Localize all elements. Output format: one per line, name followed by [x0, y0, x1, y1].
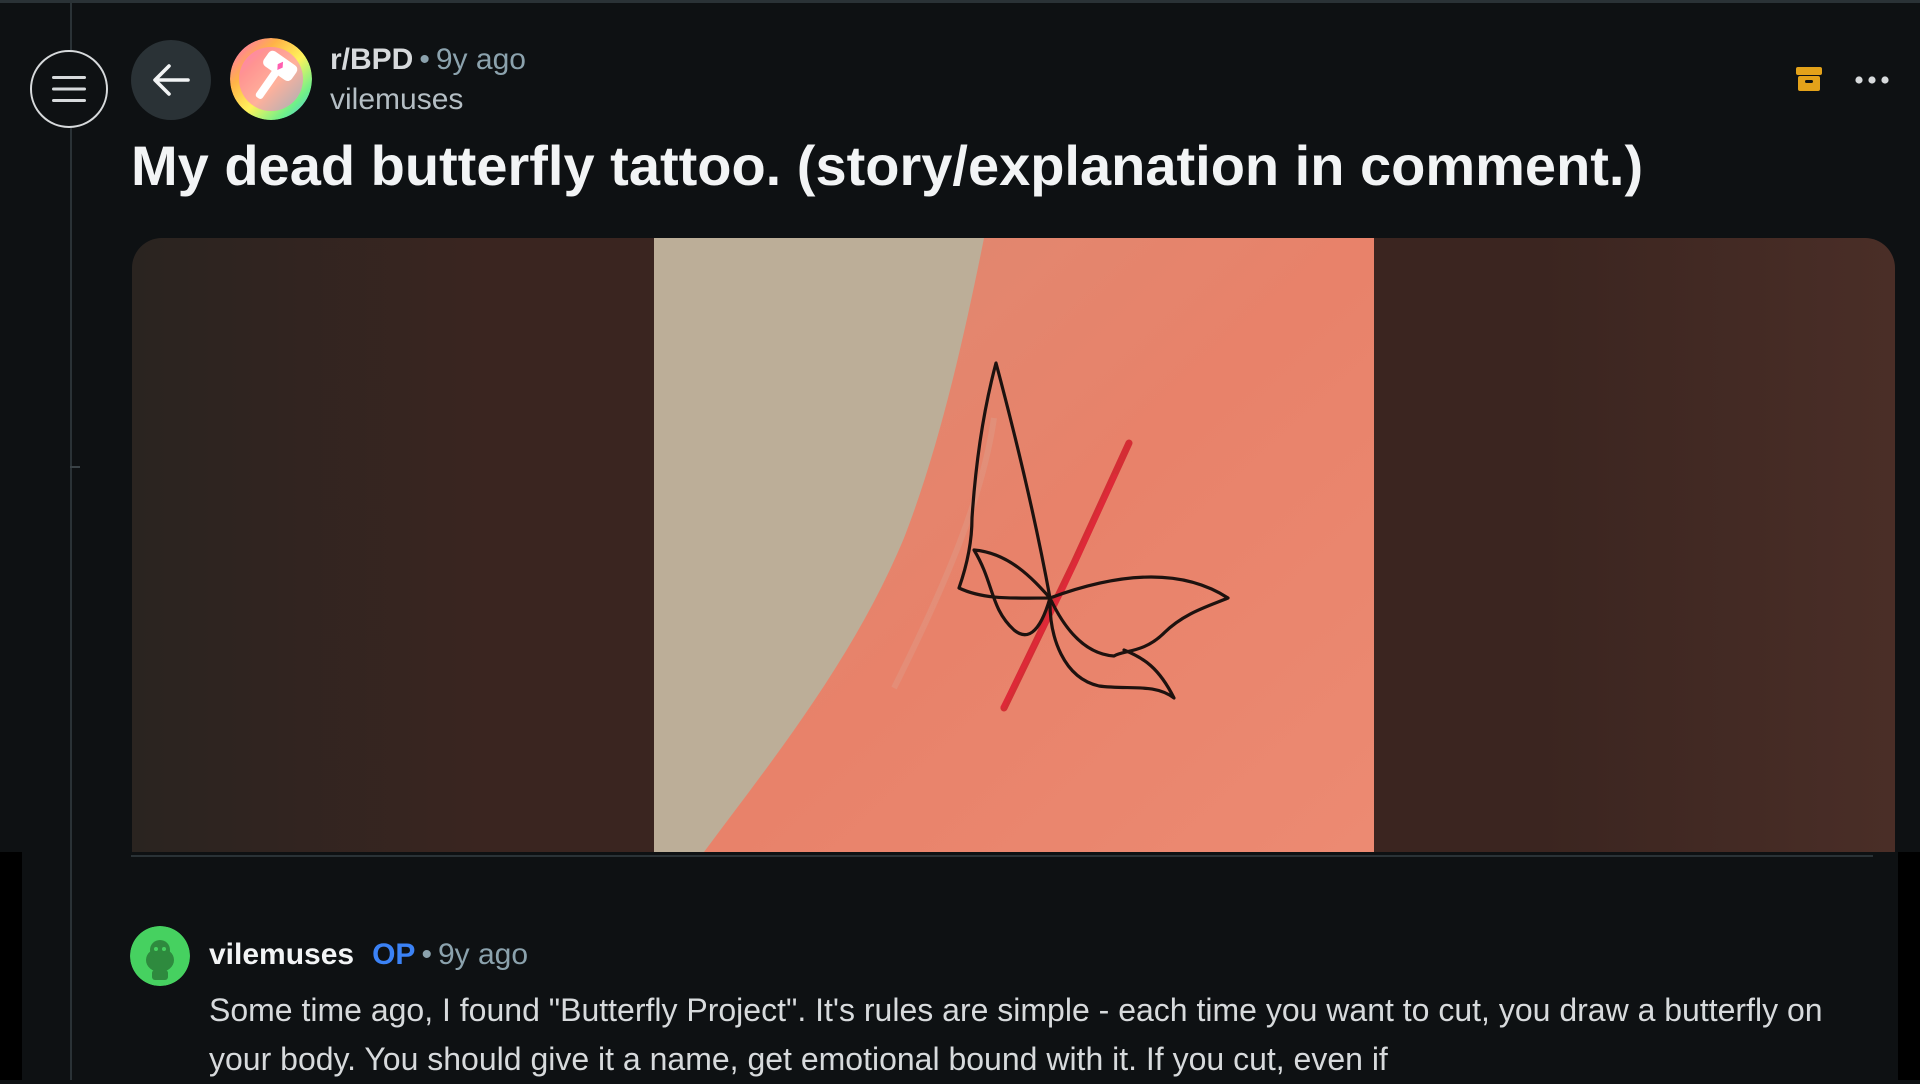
op-badge: OP: [372, 938, 416, 971]
menu-button[interactable]: [30, 50, 108, 128]
comment-age: 9y ago: [437, 938, 529, 971]
comment-avatar[interactable]: [130, 926, 190, 986]
overlay-band: [1898, 852, 1920, 1080]
tattoo-photo: [654, 238, 1374, 852]
archive-button[interactable]: [1794, 64, 1824, 94]
post-media[interactable]: [132, 238, 1895, 852]
archive-icon: [1796, 67, 1822, 91]
subreddit-icon: [230, 38, 312, 120]
thread-rail: [70, 0, 80, 1080]
divider: [131, 855, 1873, 857]
post-meta: r/BPD • 9y ago vilemuses: [330, 40, 526, 120]
subreddit-name[interactable]: r/BPD: [330, 43, 413, 76]
meta-separator: •: [419, 43, 430, 76]
comment-meta: vilemuses OP • 9y ago: [209, 934, 528, 976]
arrow-left-icon: [153, 64, 190, 96]
more-options-button[interactable]: [1852, 60, 1892, 100]
subreddit-avatar[interactable]: [230, 38, 312, 120]
overlay-band: [0, 852, 22, 1080]
snoo-avatar-icon: [130, 926, 190, 986]
rail-tick: [70, 466, 80, 468]
comment-separator: •: [421, 938, 432, 971]
comment-text: Some time ago, I found "Butterfly Projec…: [209, 992, 1823, 1077]
menu-icon: [52, 76, 86, 102]
post-author[interactable]: vilemuses: [330, 80, 526, 120]
more-horizontal-icon: [1855, 76, 1889, 84]
back-button[interactable]: [131, 40, 211, 120]
top-edge: [0, 0, 1920, 3]
post-age: 9y ago: [435, 43, 526, 76]
comment-author[interactable]: vilemuses: [209, 938, 354, 971]
post-title[interactable]: My dead butterfly tattoo. (story/explana…: [131, 128, 1891, 204]
